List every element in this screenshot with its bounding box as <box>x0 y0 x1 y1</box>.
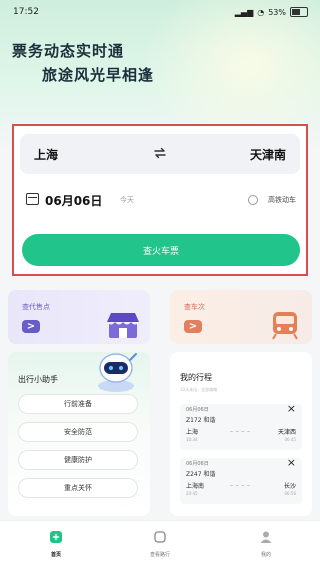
signal-icon: ▂▄▆ <box>234 7 254 17</box>
tab-trips-label: 查看路行 <box>149 552 170 558</box>
tab-trips[interactable]: 查看路行 <box>130 529 190 558</box>
assistant-title: 出行小助手 <box>18 375 58 384</box>
assistant-item-health[interactable]: 健康防护 <box>18 450 138 470</box>
route-divider <box>230 485 250 486</box>
storefront-icon <box>107 313 139 338</box>
high-speed-label[interactable]: 高铁动车 <box>268 195 296 205</box>
wifi-icon: ◔ <box>257 7 265 17</box>
travel-date[interactable]: 06月06日 <box>45 192 102 209</box>
trip-train-number: Z247 和谐 <box>186 471 216 478</box>
date-row[interactable]: 06月06日 今天 高铁动车 <box>26 192 296 212</box>
assistant-item-special-care[interactable]: 重点关怀 <box>18 478 138 498</box>
ticket-search-card: 上海 天津南 06月06日 今天 高铁动车 查火车票 <box>12 124 308 276</box>
trip-to: 长沙 <box>283 483 296 490</box>
tab-home-label: 首页 <box>50 552 61 558</box>
ticket-agency-label: 查代售点 <box>22 303 50 311</box>
route-divider <box>230 431 250 432</box>
trip-date: 06月06日 <box>186 461 209 467</box>
travel-assistant-panel: 出行小助手 行前准备 安全防范 健康防护 重点关怀 <box>8 352 150 516</box>
my-trips-subtitle: 10天未出，全部缩略 <box>180 387 218 392</box>
robot-mascot-icon <box>98 353 137 392</box>
train-number-label: 查车次 <box>184 303 205 311</box>
today-label: 今天 <box>120 196 134 204</box>
calendar-icon <box>26 193 39 205</box>
assistant-item-preparation[interactable]: 行前准备 <box>18 394 138 414</box>
my-trips-title: 我的行程 <box>180 373 212 382</box>
trip-departure-time: 20:45 <box>186 491 198 496</box>
trip-from: 上海 <box>186 429 199 436</box>
tab-profile[interactable]: 我的 <box>236 529 296 558</box>
assistant-item-safety[interactable]: 安全防范 <box>18 422 138 442</box>
trip-departure-time: 16:34 <box>186 437 198 442</box>
high-speed-radio[interactable] <box>248 195 258 205</box>
tab-profile-label: 我的 <box>260 552 271 558</box>
ticket-agency-tile[interactable]: 查代售点 > <box>8 290 150 344</box>
close-icon[interactable]: × <box>287 402 296 415</box>
trip-arrival-time: 06:56 <box>284 491 296 496</box>
my-trips-panel: 我的行程 10天未出，全部缩略 06月06日 Z172 和谐 × 上海 天津西 … <box>170 352 312 516</box>
close-icon[interactable]: × <box>287 456 296 469</box>
trip-date: 06月06日 <box>186 407 209 413</box>
trip-card[interactable]: 06月06日 Z247 和谐 × 上海南 长沙 20:45 06:56 <box>180 456 302 504</box>
bottom-tab-bar: 首页 查看路行 我的 <box>0 520 320 569</box>
from-station[interactable]: 上海 <box>34 146 58 163</box>
home-ticket-icon <box>50 531 62 543</box>
arrow-right-icon: > <box>22 320 40 333</box>
trip-from: 上海南 <box>186 483 205 490</box>
status-time: 17:52 <box>13 7 39 17</box>
trips-icon <box>154 531 166 543</box>
trip-train-number: Z172 和谐 <box>186 417 216 424</box>
hero-title-line2: 旅途风光早相逢 <box>42 66 155 84</box>
battery-text: 53% <box>268 7 286 17</box>
status-bar: 17:52 ▂▄▆ ◔ 53% <box>0 0 320 26</box>
hero-title-line1: 票务动态实时通 <box>12 42 125 60</box>
user-icon <box>260 531 272 543</box>
train-number-tile[interactable]: 查车次 > <box>170 290 312 344</box>
arrow-right-icon: > <box>184 320 202 333</box>
swap-icon[interactable] <box>152 145 168 161</box>
search-tickets-button[interactable]: 查火车票 <box>22 234 300 266</box>
trip-card[interactable]: 06月06日 Z172 和谐 × 上海 天津西 16:34 06:45 <box>180 402 302 450</box>
battery-icon <box>290 7 308 17</box>
tab-home[interactable]: 首页 <box>26 529 86 558</box>
station-selector: 上海 天津南 <box>20 134 300 174</box>
train-icon <box>272 312 298 340</box>
trip-to: 天津西 <box>277 429 296 436</box>
trip-arrival-time: 06:45 <box>284 437 296 442</box>
to-station[interactable]: 天津南 <box>250 146 286 163</box>
